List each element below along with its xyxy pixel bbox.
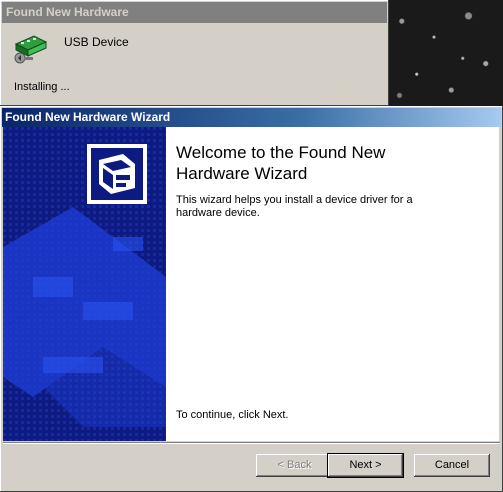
wizard-title[interactable]: Found New Hardware Wizard (2, 108, 501, 127)
wizard-heading: Welcome to the Found New Hardware Wizard (176, 143, 386, 183)
button-separator (3, 442, 500, 444)
device-name: USB Device (64, 35, 129, 49)
usb-device-icon (14, 35, 48, 64)
wizard-content: Welcome to the Found New Hardware Wizard… (166, 127, 499, 441)
hardware-wizard-dialog: Found New Hardware Wizard Welcome to the… (0, 106, 503, 492)
desktop-background (388, 0, 503, 106)
wizard-banner (3, 127, 166, 441)
install-status: Installing ... (14, 81, 70, 93)
back-button[interactable]: < Back (256, 454, 333, 477)
continue-hint: To continue, click Next. (176, 409, 289, 421)
wizard-description: This wizard helps you install a device d… (176, 194, 413, 219)
next-button[interactable]: Next > (327, 453, 404, 478)
hardware-wizard-icon (87, 144, 147, 204)
cancel-button[interactable]: Cancel (414, 454, 490, 477)
dialog-title[interactable]: Found New Hardware (2, 2, 387, 23)
found-new-hardware-dialog: Found New Hardware USB Device Installing… (0, 0, 389, 106)
